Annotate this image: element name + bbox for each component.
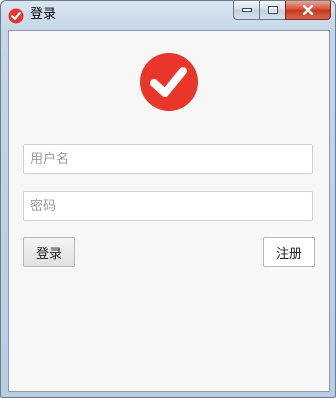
window-controls <box>233 1 331 20</box>
password-input[interactable] <box>23 191 313 221</box>
minimize-icon <box>241 8 252 12</box>
app-logo-check-icon <box>140 53 198 111</box>
check-logo-icon <box>8 8 24 24</box>
login-button-label: 登录 <box>35 246 62 262</box>
maximize-icon <box>267 6 278 14</box>
minimize-button[interactable] <box>233 1 259 20</box>
username-input[interactable] <box>23 144 313 174</box>
login-window: 登录 用户名 登录 注册 <box>0 0 336 398</box>
close-icon <box>302 5 314 15</box>
title-bar[interactable]: 登录 <box>1 1 335 29</box>
register-button[interactable]: 注册 <box>263 237 315 267</box>
maximize-button[interactable] <box>259 1 285 20</box>
login-panel: 登录 注册 <box>8 30 330 392</box>
login-button[interactable]: 登录 <box>23 237 75 267</box>
close-button[interactable] <box>285 1 331 20</box>
window-title: 登录 <box>30 7 57 22</box>
register-button-label: 注册 <box>275 246 302 262</box>
